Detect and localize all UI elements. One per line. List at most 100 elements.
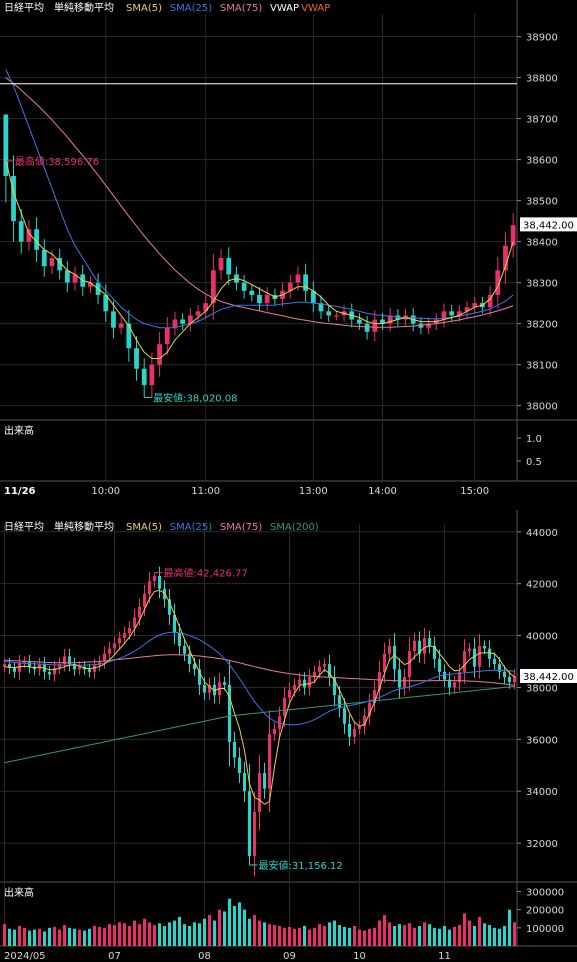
y-tick-label: 38000 [526,402,558,413]
volume-bar [347,927,352,946]
candle-body [47,671,52,675]
volume-bar [67,927,72,946]
volume-bar [282,927,287,946]
legend-label: 単純移動平均 [54,1,114,14]
candle-body [126,323,132,349]
volume-bar [112,925,117,946]
volume-tick-label: 200000 [526,906,564,917]
volume-bar [457,925,462,946]
volume-bar [47,927,52,946]
volume-bar [267,924,272,946]
intraday-chart-panel: 38000 38100 38200 38300 38400 38500 38600 38700… [0,0,577,497]
volume-bar [442,926,447,946]
volume-bar [402,925,407,946]
candle-body [264,294,270,304]
volume-bar [327,922,332,946]
candle-body [180,319,186,324]
x-tick-label: 10 [353,951,366,962]
candle-body [147,581,152,595]
volume-bar [342,926,347,946]
volume-bar [147,922,152,946]
volume-bar [252,915,257,946]
volume-bar [257,920,262,946]
candle-body [502,671,507,678]
candle-body [227,684,232,742]
volume-bar [77,929,82,946]
legend-item: SMA(200) [270,522,319,533]
chart-title: 日経平均 [4,520,44,533]
candle-body [18,221,24,242]
candle-body [64,270,70,283]
volume-bar [462,913,467,946]
candle-body [107,648,112,654]
volume-bar [2,924,7,946]
volume-bar [452,926,457,946]
candle-body [307,677,312,688]
candle-body [222,682,227,685]
volume-title: 出来高 [4,424,34,437]
candle-body [364,323,370,332]
volume-bar [312,927,317,946]
volume-bar [332,920,337,946]
volume-bar [512,922,517,946]
volume-bar [57,929,62,946]
volume-bar [437,928,442,946]
candle-body [402,677,407,688]
volume-bar [492,927,497,946]
volume-bar [317,924,322,946]
volume-bar [422,922,427,946]
volume-bar [407,923,412,946]
candle-body [12,667,17,672]
volume-bar [37,928,42,946]
candle-body [507,677,512,683]
sma200-line [4,685,515,764]
volume-bar [447,929,452,946]
candle-body [282,697,287,716]
candle-body [287,690,292,698]
candle-body [149,364,155,386]
volume-tick-label: 300000 [526,887,564,898]
y-tick-label: 38800 [526,74,558,85]
candle-body [226,258,232,275]
candle-body [357,319,362,324]
volume-bar [382,915,387,946]
candle-body [41,249,47,267]
volume-bar [262,922,267,946]
volume-bar [417,926,422,946]
volume-bar [157,923,162,946]
candle-body [333,315,339,317]
candle-body [387,645,392,654]
candle-body [242,773,247,792]
volume-tick-label: 0.5 [526,457,542,468]
legend-item: VWAP [270,3,299,14]
volume-bar [372,927,377,946]
volume-bar [337,925,342,946]
volume-bar [507,909,512,946]
candle-body [467,648,472,652]
candle-body [257,294,262,304]
candle-body [218,258,224,271]
volume-bar [12,929,17,946]
candle-body [132,617,137,628]
y-tick-label: 38900 [526,33,558,44]
candle-body [118,323,124,328]
volume-bar [92,926,97,946]
volume-bar [17,926,22,946]
candle-body [392,645,397,670]
current-price-label: 38,442.00 [523,220,574,231]
candle-body [462,651,467,672]
y-tick-label: 38300 [526,279,558,290]
candle-body [202,684,207,693]
legend-item: SMA(75) [220,3,262,14]
x-tick-label: 15:00 [460,486,489,497]
volume-bar [122,923,127,946]
volume-bar [107,924,112,946]
candle-body [422,638,427,654]
volume-bar [302,926,307,946]
volume-bar [497,928,502,946]
volume-bar [477,916,482,946]
volume-tick-label: 100000 [526,924,564,935]
volume-bar [167,922,172,946]
volume-bar [277,926,282,946]
volume-bar [412,927,417,946]
